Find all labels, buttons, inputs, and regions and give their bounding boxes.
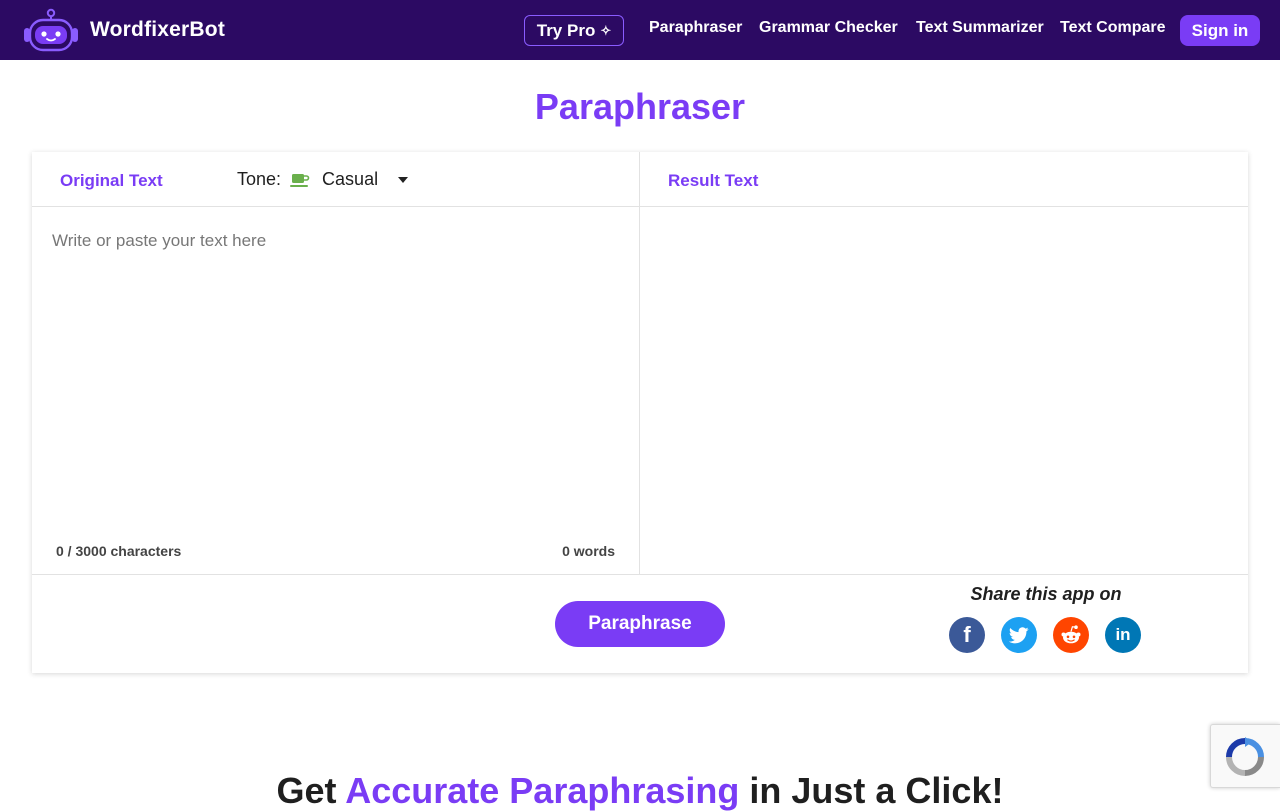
- promo-title-end: in Just a Click!: [739, 770, 1004, 811]
- reddit-icon: [1061, 625, 1081, 644]
- footer-divider: [32, 574, 1248, 575]
- character-count: 0 / 3000 characters: [56, 543, 182, 559]
- top-navbar: WordfixerBot Try Pro ✧ Paraphraser Gramm…: [0, 0, 1280, 60]
- twitter-share-button[interactable]: [1001, 617, 1037, 653]
- linkedin-icon: in: [1115, 625, 1131, 644]
- try-pro-label: Try Pro: [536, 20, 596, 40]
- sparkle-icon: ✧: [600, 22, 612, 38]
- recaptcha-icon: [1226, 737, 1264, 776]
- nav-grammar-checker[interactable]: Grammar Checker: [759, 19, 898, 37]
- nav-text-summarizer[interactable]: Text Summarizer: [916, 19, 1044, 37]
- coffee-cup-icon: [290, 173, 310, 187]
- caret-down-icon: [398, 176, 409, 183]
- original-text-input[interactable]: [32, 207, 639, 574]
- share-title: Share this app on: [970, 584, 1122, 604]
- paraphraser-tool-card: Original Text Tone: Casual Result Text 0…: [32, 152, 1248, 673]
- sign-in-button[interactable]: Sign in: [1180, 15, 1260, 46]
- brand-name: WordfixerBot: [90, 18, 226, 41]
- word-count: 0 words: [562, 543, 615, 559]
- tone-dropdown[interactable]: Tone: Casual: [237, 169, 409, 190]
- page-title: Paraphraser: [534, 86, 746, 127]
- paraphrase-button[interactable]: Paraphrase: [555, 601, 725, 647]
- nav-paraphraser[interactable]: Paraphraser: [649, 19, 742, 37]
- nav-text-compare[interactable]: Text Compare: [1060, 19, 1166, 37]
- result-text-output: [640, 207, 1248, 574]
- facebook-icon: f: [963, 622, 971, 647]
- linkedin-share-button[interactable]: in: [1105, 617, 1141, 653]
- reddit-share-button[interactable]: [1053, 617, 1089, 653]
- promo-title-accent: Accurate Paraphrasing: [345, 770, 740, 811]
- robot-logo-icon: [24, 8, 78, 52]
- original-text-tab[interactable]: Original Text: [60, 171, 163, 191]
- tone-value: Casual: [322, 169, 379, 189]
- try-pro-button[interactable]: Try Pro ✧: [524, 15, 624, 46]
- result-text-tab: Result Text: [668, 171, 759, 190]
- twitter-icon: [1009, 626, 1029, 643]
- tone-label: Tone:: [237, 169, 282, 189]
- facebook-share-button[interactable]: f: [949, 617, 985, 653]
- promo-heading: Get Accurate Paraphrasing in Just a Clic…: [0, 770, 1280, 812]
- recaptcha-badge[interactable]: [1210, 724, 1280, 788]
- promo-title-start: Get: [276, 770, 346, 811]
- brand-logo-link[interactable]: WordfixerBot: [22, 8, 225, 52]
